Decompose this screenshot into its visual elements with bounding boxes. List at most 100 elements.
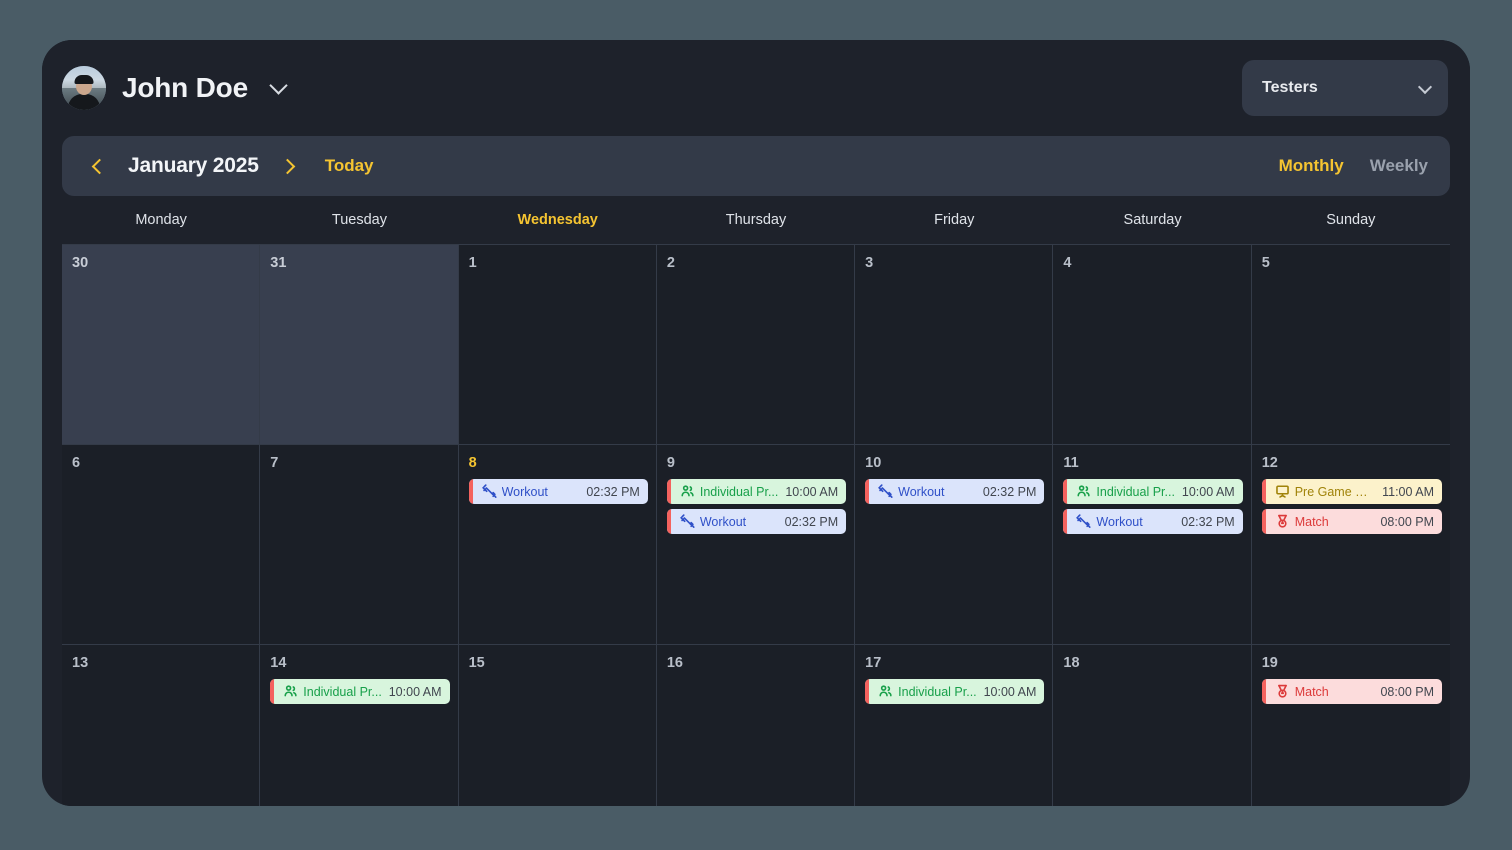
team-selector-value: Testers — [1262, 79, 1318, 96]
view-weekly-button[interactable]: Weekly — [1370, 156, 1428, 176]
day-number: 1 — [468, 255, 477, 271]
weekday-header-tuesday: Tuesday — [331, 212, 387, 228]
event-chip[interactable]: Pre Game Me... 11:00 AM — [1261, 479, 1442, 504]
day-number: 13 — [72, 655, 89, 671]
event-chip[interactable]: Workout 02:32 PM — [468, 479, 648, 504]
chevron-down-icon — [1417, 79, 1433, 97]
calendar-day-cell[interactable]: 31 — [260, 245, 459, 445]
day-event-list: Individual Pr... 10:00 AM — [865, 679, 1045, 704]
next-month-button[interactable] — [277, 153, 303, 179]
view-monthly-button[interactable]: Monthly — [1279, 156, 1344, 176]
day-number: 19 — [1261, 655, 1278, 671]
day-number: 2 — [666, 255, 675, 271]
calendar-grid-wrapper: 30 31 1 2 3 4 5 6 7 8 Workout 02:32 PM 9 Individual P… — [42, 244, 1470, 806]
calendar-day-cell[interactable]: 13 — [62, 645, 261, 806]
day-number: 8 — [468, 455, 477, 471]
event-chip[interactable]: Individual Pr... 10:00 AM — [1063, 479, 1243, 504]
day-number: 17 — [865, 655, 882, 671]
calendar-day-cell[interactable]: 1 — [458, 245, 657, 445]
day-number: 31 — [270, 255, 287, 271]
event-time: 02:32 PM — [1181, 514, 1235, 529]
weekday-header-saturday: Saturday — [1123, 212, 1182, 228]
app-window: John Doe Testers January 2025 Today Mont… — [42, 40, 1470, 806]
event-time: 10:00 AM — [388, 684, 442, 699]
day-number: 12 — [1261, 455, 1278, 471]
presentation-icon — [1275, 484, 1290, 499]
medal-icon — [1275, 684, 1290, 699]
dumbbell-icon — [481, 484, 497, 499]
day-number: 14 — [270, 655, 287, 671]
calendar-day-cell[interactable]: 2 — [656, 245, 856, 445]
event-time: 08:00 PM — [1380, 514, 1434, 529]
day-number: 15 — [468, 655, 485, 671]
weekday-header-monday: Monday — [135, 212, 187, 228]
calendar-day-cell[interactable]: 6 — [62, 445, 261, 645]
calendar-day-cell[interactable]: 9 Individual Pr... 10:00 AM Workout 02:32 PM — [656, 445, 856, 645]
event-chip[interactable]: Individual Pr... 10:00 AM — [865, 679, 1045, 704]
event-title: Individual Pr... — [898, 684, 977, 699]
event-title: Pre Game Me... — [1294, 484, 1377, 499]
calendar-day-cell[interactable]: 18 — [1053, 645, 1252, 806]
calendar-day-cell[interactable]: 8 Workout 02:32 PM — [458, 445, 657, 645]
event-title: Individual Pr... — [303, 684, 382, 699]
calendar-day-cell[interactable]: 5 — [1251, 245, 1450, 445]
event-chip[interactable]: Individual Pr... 10:00 AM — [270, 679, 450, 704]
calendar-month-grid: 30 31 1 2 3 4 5 6 7 8 Workout 02:32 PM 9 Individual P… — [62, 244, 1450, 806]
event-title: Workout — [501, 484, 548, 499]
avatar — [62, 66, 106, 110]
calendar-day-cell[interactable]: 30 — [62, 245, 261, 445]
event-chip[interactable]: Workout 02:32 PM — [865, 479, 1045, 504]
event-time: 11:00 AM — [1382, 484, 1434, 499]
previous-month-button[interactable] — [84, 153, 110, 179]
day-event-list: Workout 02:32 PM — [468, 479, 648, 504]
calendar-day-cell[interactable]: 19 Match 08:00 PM — [1251, 645, 1450, 806]
users-icon — [1076, 484, 1091, 499]
dumbbell-icon — [1076, 514, 1091, 529]
calendar-day-cell[interactable]: 16 — [656, 645, 856, 806]
event-chip[interactable]: Workout 02:32 PM — [666, 509, 847, 534]
event-title: Match — [1294, 514, 1329, 529]
chevron-down-icon — [269, 76, 288, 97]
calendar-day-cell[interactable]: 4 — [1053, 245, 1252, 445]
weekday-header-thursday: Thursday — [725, 212, 787, 228]
day-event-list: Match 08:00 PM — [1261, 679, 1442, 704]
calendar-day-cell[interactable]: 12 Pre Game Me... 11:00 AM Match 08:00 PM — [1251, 445, 1450, 645]
day-number: 3 — [865, 255, 874, 271]
dumbbell-icon — [878, 484, 893, 499]
event-chip[interactable]: Match 08:00 PM — [1261, 509, 1442, 534]
calendar-day-cell[interactable]: 11 Individual Pr... 10:00 AM Workout 02:32 P… — [1053, 445, 1252, 645]
calendar-day-cell[interactable]: 3 — [855, 245, 1054, 445]
current-month-label: January 2025 — [128, 154, 259, 177]
profile-menu[interactable]: John Doe — [62, 66, 288, 110]
event-chip[interactable]: Individual Pr... 10:00 AM — [666, 479, 847, 504]
event-time: 08:00 PM — [1380, 684, 1434, 699]
calendar-day-cell[interactable]: 15 — [458, 645, 657, 806]
medal-icon — [1275, 514, 1290, 529]
calendar-day-cell[interactable]: 10 Workout 02:32 PM — [855, 445, 1054, 645]
calendar-day-cell[interactable]: 7 — [260, 445, 459, 645]
event-title: Workout — [699, 514, 747, 529]
day-number: 9 — [666, 455, 675, 471]
event-chip[interactable]: Workout 02:32 PM — [1063, 509, 1243, 534]
calendar-day-cell[interactable]: 14 Individual Pr... 10:00 AM — [260, 645, 459, 806]
weekday-header-sunday: Sunday — [1326, 212, 1376, 228]
calendar-day-cell[interactable]: 17 Individual Pr... 10:00 AM — [855, 645, 1054, 806]
day-number: 16 — [666, 655, 683, 671]
day-number: 7 — [270, 455, 279, 471]
event-time: 02:32 PM — [586, 484, 640, 499]
event-chip[interactable]: Match 08:00 PM — [1261, 679, 1442, 704]
event-title: Individual Pr... — [1096, 484, 1175, 499]
top-header-bar: John Doe Testers — [42, 40, 1470, 136]
view-toggle: Monthly Weekly — [1279, 156, 1428, 176]
event-title: Individual Pr... — [699, 484, 779, 499]
day-number: 30 — [72, 255, 89, 271]
weekday-header-row: Monday Tuesday Wednesday Thursday Friday Satu… — [42, 196, 1470, 244]
day-number: 5 — [1261, 255, 1270, 271]
day-number: 10 — [865, 455, 882, 471]
today-button[interactable]: Today — [325, 156, 374, 176]
day-event-list: Individual Pr... 10:00 AM — [270, 679, 450, 704]
event-time: 10:00 AM — [1181, 484, 1235, 499]
event-title: Workout — [898, 484, 945, 499]
team-selector[interactable]: Testers — [1242, 60, 1448, 116]
day-number: 6 — [72, 455, 81, 471]
